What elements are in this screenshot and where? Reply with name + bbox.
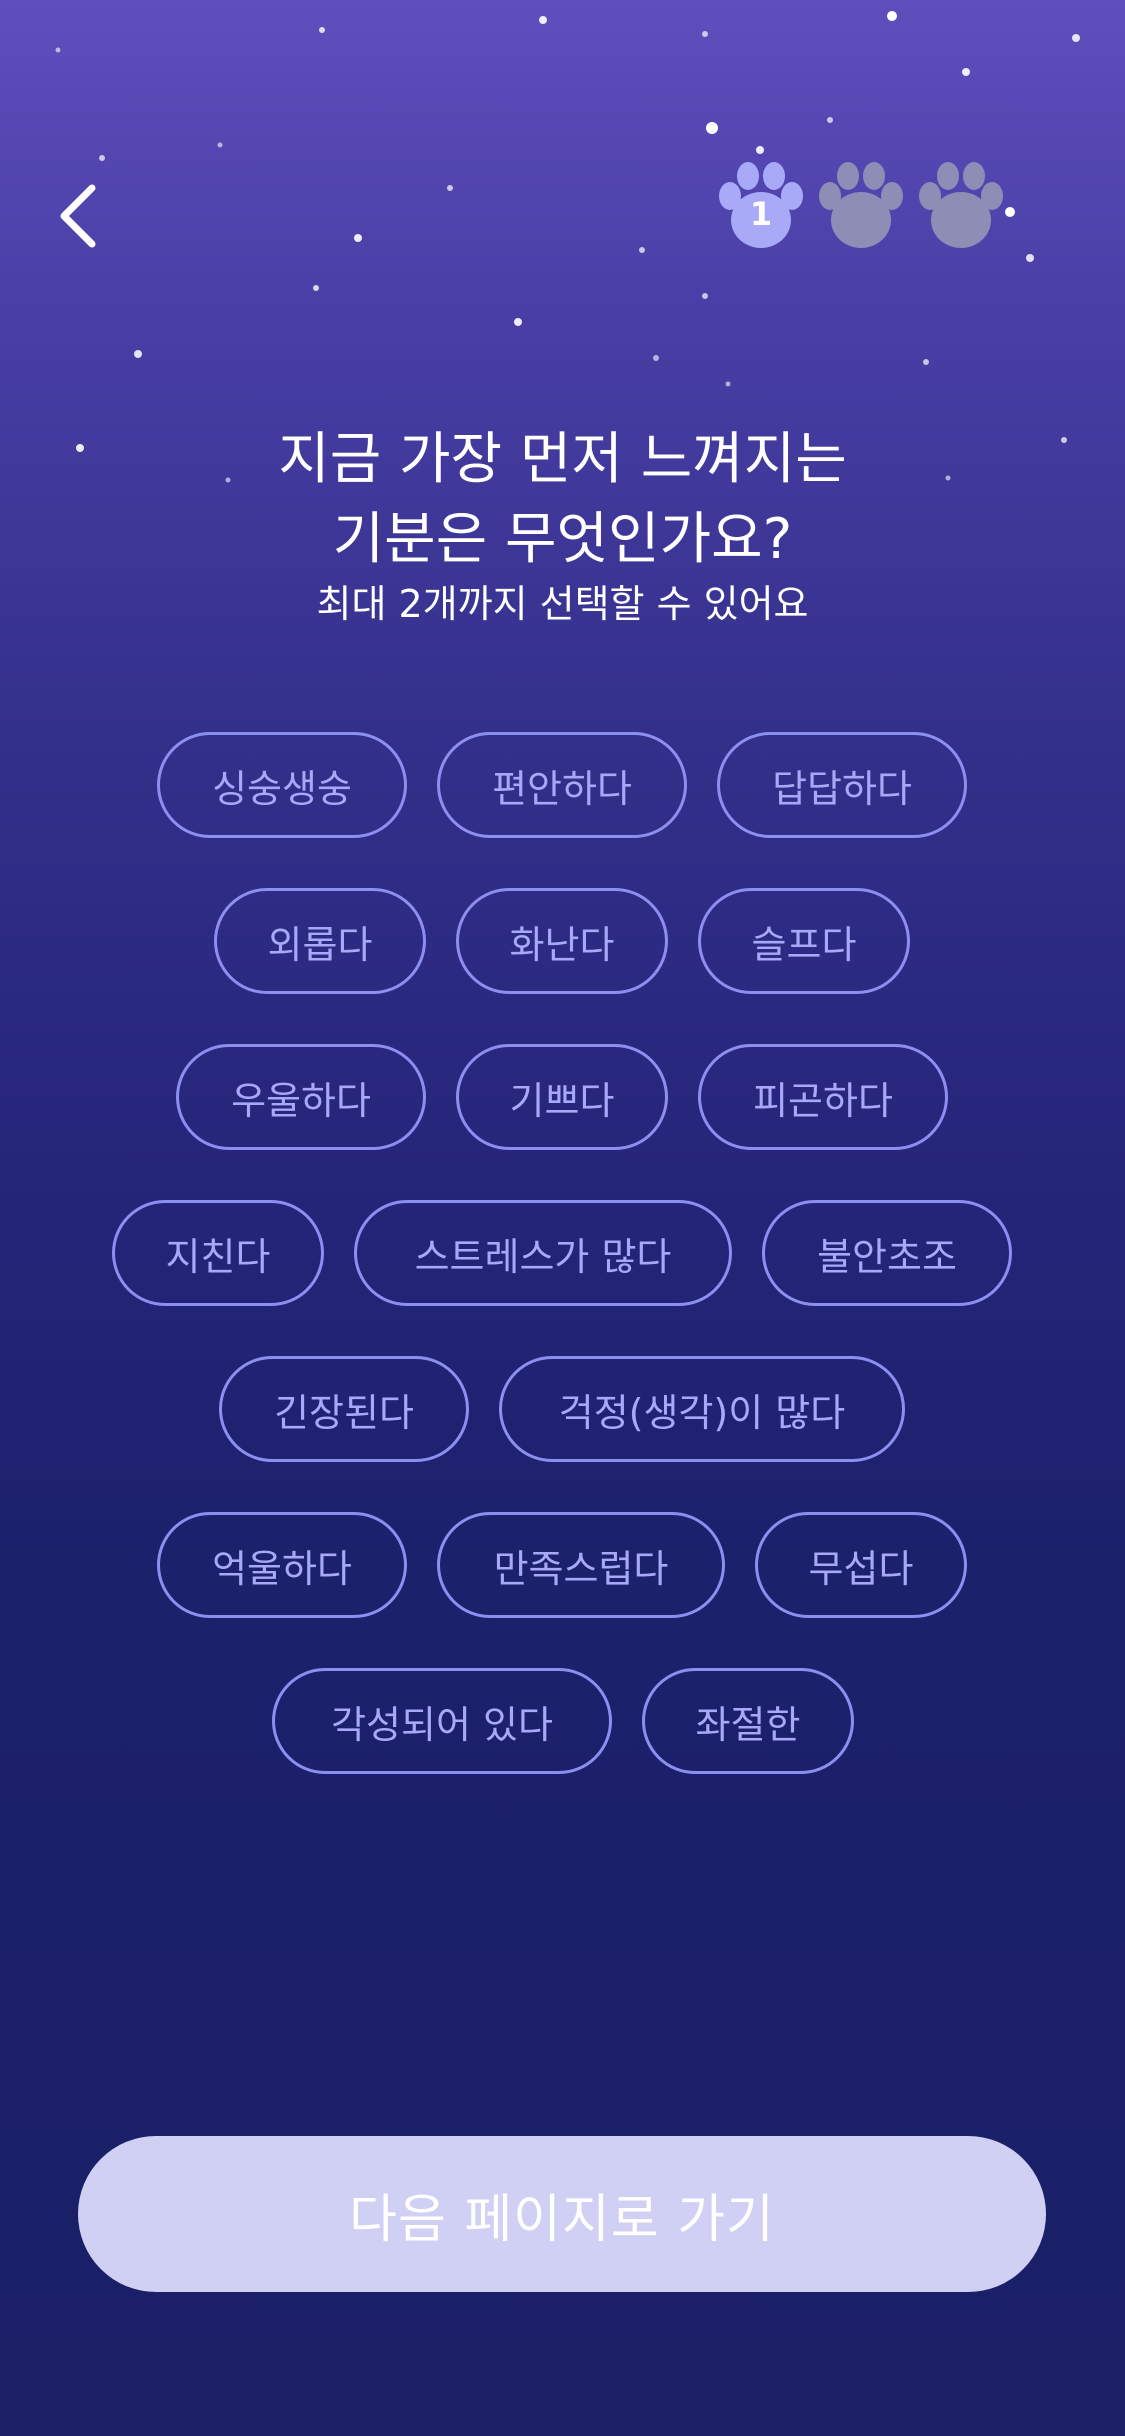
emotion-chip[interactable]: 우울하다: [176, 1044, 426, 1150]
emotion-chip[interactable]: 불안초조: [762, 1200, 1012, 1306]
emotion-chip[interactable]: 걱정(생각)이 많다: [499, 1356, 905, 1462]
selection-limit-hint: 최대 2개까지 선택할 수 있어요: [316, 582, 809, 626]
emotion-chip[interactable]: 억울하다: [157, 1512, 407, 1618]
emotion-chip[interactable]: 지친다: [112, 1200, 324, 1306]
back-button[interactable]: [36, 170, 120, 262]
emotion-chip[interactable]: 긴장된다: [219, 1356, 469, 1462]
emotion-chip[interactable]: 만족스럽다: [437, 1512, 725, 1618]
emotion-chip[interactable]: 각성되어 있다: [272, 1668, 612, 1774]
emotion-chip[interactable]: 좌절한: [642, 1668, 854, 1774]
emotion-chip[interactable]: 화난다: [456, 888, 668, 994]
question-title-line-1: 지금 가장 먼저 느껴지는: [278, 427, 847, 492]
emotion-select-screen: 1 지금 가장 먼저 느껴지는 기분은 무엇인가요? 최대 2개까지 선택할 수…: [0, 0, 1125, 2436]
question-title-line-2: 기분은 무엇인가요?: [332, 507, 793, 572]
paw-icon-step-3: [916, 160, 1006, 256]
emotion-chip[interactable]: 스트레스가 많다: [354, 1200, 732, 1306]
emotion-chip[interactable]: 슬프다: [698, 888, 910, 994]
emotion-chip[interactable]: 무섭다: [755, 1512, 967, 1618]
current-step-number: 1: [749, 195, 773, 233]
next-page-button[interactable]: 다음 페이지로 가기: [78, 2136, 1046, 2292]
emotion-chip[interactable]: 답답하다: [717, 732, 967, 838]
paw-icon-step-1-active: 1: [716, 160, 806, 256]
step-progress-indicator: 1: [716, 160, 1016, 260]
emotion-chip[interactable]: 싱숭생숭: [157, 732, 407, 838]
emotion-chip[interactable]: 편안하다: [437, 732, 687, 838]
chevron-left-icon: [60, 184, 96, 248]
emotion-chip[interactable]: 외롭다: [214, 888, 426, 994]
emotion-chip[interactable]: 기쁘다: [456, 1044, 668, 1150]
paw-icon-step-2: [816, 160, 906, 256]
emotion-chip[interactable]: 피곤하다: [698, 1044, 948, 1150]
question-title: 지금 가장 먼저 느껴지는 기분은 무엇인가요?: [0, 420, 1125, 580]
